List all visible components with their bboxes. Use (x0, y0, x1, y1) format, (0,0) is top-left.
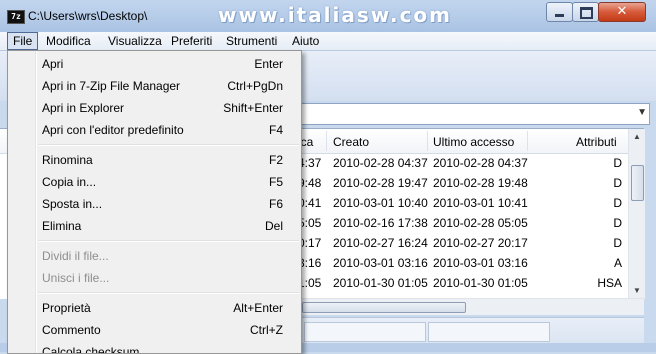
menu-item-apri-7zip[interactable]: Apri in 7-Zip File Manager Ctrl+PgDn (8, 75, 301, 97)
menu-item-checksum[interactable]: Calcola checksum (8, 341, 301, 354)
menu-separator (8, 141, 301, 149)
menu-item-label: Proprietà (42, 301, 91, 315)
menu-modifica[interactable]: Modifica (41, 32, 96, 50)
cell-attributes: D (613, 236, 622, 250)
menu-item-rinomina[interactable]: Rinomina F2 (8, 149, 301, 171)
cell-accessed: 2010-03-01 10:41 (433, 196, 528, 210)
menu-item-shortcut: Alt+Enter (233, 301, 283, 315)
menu-item-sposta[interactable]: Sposta in... F6 (8, 193, 301, 215)
menu-item-label: Unisci i file... (42, 271, 110, 285)
column-header-accessed[interactable]: Ultimo accesso (433, 135, 514, 149)
column-divider[interactable] (427, 131, 428, 151)
column-divider[interactable] (527, 131, 528, 151)
menu-preferiti[interactable]: Preferiti (166, 32, 217, 50)
cell-attributes: D (613, 176, 622, 190)
menu-item-shortcut: Ctrl+Z (250, 323, 283, 337)
watermark: www.italiasw.com (218, 3, 453, 27)
menu-separator (8, 237, 301, 245)
cell-accessed: 2010-03-01 03:16 (433, 256, 528, 270)
cell-attributes: D (613, 216, 622, 230)
cell-accessed: 2010-02-28 04:37 (433, 156, 528, 170)
menu-bar: File Modifica Visualizza Preferiti Strum… (0, 32, 656, 51)
cell-attributes: A (613, 256, 622, 270)
menu-strumenti[interactable]: Strumenti (221, 32, 282, 50)
menu-item-proprieta[interactable]: Proprietà Alt+Enter (8, 297, 301, 319)
cell-accessed: 2010-01-30 01:05 (433, 276, 528, 290)
cell-accessed: 2010-02-27 20:17 (433, 236, 528, 250)
cell-created: 2010-02-28 04:37 (333, 156, 428, 170)
column-header-attributes[interactable]: Attributi (576, 135, 617, 149)
title-bar[interactable]: 7z C:\Users\wrs\Desktop\ www.italiasw.co… (0, 0, 656, 32)
horizontal-scroll-thumb[interactable] (302, 302, 466, 313)
menu-aiuto[interactable]: Aiuto (287, 32, 324, 50)
close-icon: ✕ (616, 4, 628, 19)
minimize-button[interactable] (546, 2, 573, 22)
menu-item-shortcut: Enter (254, 57, 283, 71)
menu-item-apri-editor[interactable]: Apri con l'editor predefinito F4 (8, 119, 301, 141)
vertical-scrollbar[interactable]: ▲ ▼ (628, 129, 645, 299)
cell-created: 2010-03-01 03:16 (333, 256, 428, 270)
cell-created: 2010-02-16 17:38 (333, 216, 428, 230)
scroll-thumb[interactable] (631, 165, 644, 201)
cell-accessed: 2010-02-28 05:05 (433, 216, 528, 230)
menu-item-label: Dividi il file... (42, 249, 109, 263)
menu-item-copia[interactable]: Copia in... F5 (8, 171, 301, 193)
menu-item-label: Apri con l'editor predefinito (42, 123, 184, 137)
menu-file[interactable]: File (7, 32, 39, 50)
close-button[interactable]: ✕ (598, 2, 646, 22)
scroll-up-icon[interactable]: ▲ (629, 129, 645, 145)
status-bar (300, 317, 644, 344)
menu-item-shortcut: F6 (268, 197, 283, 211)
cell-created: 2010-03-01 10:40 (333, 196, 428, 210)
menu-item-shortcut: Del (264, 219, 283, 233)
address-bar[interactable]: ▼ (300, 103, 650, 125)
status-panel (304, 322, 426, 342)
menu-visualizza[interactable]: Visualizza (103, 32, 167, 50)
maximize-button[interactable] (572, 2, 599, 22)
menu-item-label: Sposta in... (42, 197, 103, 211)
menu-item-label: Commento (42, 323, 101, 337)
menu-item-dividi: Dividi il file... (8, 245, 301, 267)
menu-item-shortcut: F2 (268, 153, 283, 167)
menu-separator (8, 289, 301, 297)
menu-item-label: Rinomina (42, 153, 93, 167)
menu-item-label: Elimina (42, 219, 82, 233)
cell-created: 2010-02-27 16:24 (333, 236, 428, 250)
menu-item-elimina[interactable]: Elimina Del (8, 215, 301, 237)
menu-item-label: Copia in... (42, 175, 97, 189)
menu-item-label: Apri in Explorer (42, 101, 125, 115)
horizontal-scrollbar[interactable] (300, 298, 644, 315)
menu-item-apri[interactable]: Apri Enter (8, 53, 301, 75)
file-menu-dropdown: Apri Enter Apri in 7-Zip File Manager Ctrl… (7, 50, 302, 354)
cell-attributes: D (613, 156, 622, 170)
cell-attributes: HSA (597, 276, 622, 290)
menu-item-apri-explorer[interactable]: Apri in Explorer Shift+Enter (8, 97, 301, 119)
menu-item-shortcut: F5 (268, 175, 283, 189)
scroll-down-icon[interactable]: ▼ (629, 283, 645, 299)
column-divider[interactable] (326, 131, 327, 151)
cell-created: 2010-01-30 01:05 (333, 276, 428, 290)
menu-item-label: Calcola checksum (42, 345, 140, 354)
menu-item-shortcut: F4 (268, 123, 283, 137)
cell-attributes: D (613, 196, 622, 210)
menu-item-shortcut: Ctrl+PgDn (227, 79, 283, 93)
menu-item-shortcut: Shift+Enter (223, 101, 283, 115)
cell-created: 2010-02-28 19:47 (333, 176, 428, 190)
menu-item-label: Apri in 7-Zip File Manager (42, 79, 181, 93)
menu-item-unisci: Unisci i file... (8, 267, 301, 289)
cell-accessed: 2010-02-28 19:48 (433, 176, 528, 190)
7zip-app-icon[interactable]: 7z (7, 10, 25, 24)
menu-item-commento[interactable]: Commento Ctrl+Z (8, 319, 301, 341)
menu-item-label: Apri (42, 57, 64, 71)
column-header-created[interactable]: Creato (333, 135, 369, 149)
status-panel (428, 322, 550, 342)
window-title: C:\Users\wrs\Desktop\ (28, 9, 148, 23)
chevron-down-icon[interactable]: ▼ (637, 107, 647, 118)
